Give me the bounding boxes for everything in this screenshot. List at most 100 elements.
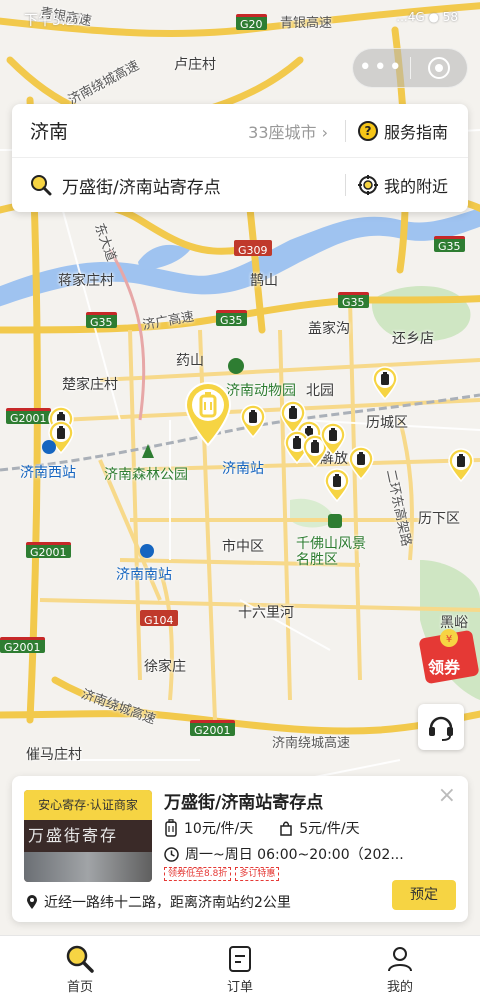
map-label-district: 历城区 xyxy=(366,415,408,431)
park-icon xyxy=(328,514,342,528)
map-label-station: 济南南站 xyxy=(116,567,172,583)
store-photo[interactable]: 安心寄存·认证商家 万盛街寄存 xyxy=(24,790,152,882)
road-shield-g2001: G2001 xyxy=(0,637,45,654)
storage-pin[interactable] xyxy=(348,446,374,481)
search-home-icon xyxy=(66,945,94,973)
nearby-label: 我的附近 xyxy=(384,177,449,196)
book-button[interactable]: 预定 xyxy=(392,880,456,910)
road-shield-g309: G309 xyxy=(234,240,272,257)
close-miniprogram-button[interactable] xyxy=(410,57,467,79)
locate-icon xyxy=(358,175,378,195)
map-label-place: 卢庄村 xyxy=(174,57,216,73)
question-icon: ? xyxy=(358,120,378,141)
storage-pin[interactable] xyxy=(240,404,266,439)
price-row: 10元/件/天 5元/件/天 xyxy=(164,818,360,838)
storage-pin[interactable] xyxy=(320,422,346,457)
map-label-station: 济南西站 xyxy=(20,465,76,481)
zoo-icon xyxy=(228,358,244,374)
tab-profile[interactable]: 我的 xyxy=(320,936,480,999)
service-guide-label: 服务指南 xyxy=(384,122,449,142)
divider xyxy=(345,119,346,142)
nearby-button[interactable]: 我的附近 xyxy=(358,173,448,197)
storage-pin[interactable] xyxy=(448,448,474,483)
tab-profile-label: 我的 xyxy=(386,980,413,995)
storage-pin[interactable] xyxy=(324,468,350,503)
city-count-link[interactable]: 33座城市 › xyxy=(248,119,328,143)
order-list-icon xyxy=(229,946,251,972)
promo-tag: 领券低至8.8折 xyxy=(164,867,232,881)
road-shield-g35: G35 xyxy=(338,292,369,309)
more-icon[interactable]: ••• xyxy=(353,48,410,88)
map-label-poi: 济南动物园 xyxy=(226,383,296,399)
road-shield-g35: G35 xyxy=(216,310,247,327)
service-guide-button[interactable]: ? 服务指南 xyxy=(358,119,448,143)
map-label-district: 市中区 xyxy=(222,539,264,555)
map-label-poi: 千佛山风景名胜区 xyxy=(296,536,366,568)
bag-icon xyxy=(280,821,292,836)
opening-hours: 周一~周日 06:00~20:00（202... xyxy=(164,844,404,864)
bottom-tab-bar: 首页 订单 我的 xyxy=(0,935,480,999)
storage-pin[interactable] xyxy=(372,366,398,401)
road-shield-g2001: G2001 xyxy=(6,408,51,425)
road-shield-g35: G35 xyxy=(86,312,117,329)
location-pin-icon xyxy=(27,895,37,909)
store-card[interactable]: 安心寄存·认证商家 万盛街寄存 万盛街/济南站寄存点 × 10元/件/天 5元/… xyxy=(12,776,468,922)
store-name: 万盛街/济南站寄存点 xyxy=(164,793,324,813)
map-label-station: 济南站 xyxy=(222,461,264,477)
customer-service-button[interactable] xyxy=(418,704,464,750)
station-icon xyxy=(140,544,154,558)
tab-orders-label: 订单 xyxy=(226,980,253,995)
hours-text: 周一~周日 06:00~20:00（202... xyxy=(185,847,404,863)
headset-icon xyxy=(429,716,453,741)
map-label-place: 十六里河 xyxy=(238,605,294,621)
clock-icon xyxy=(164,846,179,862)
suitcase-icon xyxy=(165,819,177,837)
promo-tag: 多订特惠 xyxy=(235,867,280,881)
map-label-place: 鹊山 xyxy=(250,273,278,289)
map-label-place: 蒋家庄村 xyxy=(58,273,114,289)
map-label-place: 催马庄村 xyxy=(26,747,82,763)
status-time: 下午5:27 xyxy=(24,13,84,29)
map-label-place: 楚家庄村 xyxy=(62,377,118,393)
map-label-place: 徐家庄 xyxy=(144,659,186,675)
road-shield-g104: G104 xyxy=(140,610,178,627)
search-card: 济南 33座城市 › ? 服务指南 万盛街/济南站寄存点 我的附近 xyxy=(12,104,468,212)
selected-storage-pin[interactable] xyxy=(184,382,232,447)
store-address: 近经一路纬十二路，距离济南站约2公里 xyxy=(26,892,291,912)
map-label-road: 济南绕城高速 xyxy=(272,736,351,751)
map-label-district: 历下区 xyxy=(418,511,460,527)
coupon-button[interactable]: ¥ 领券 xyxy=(418,624,480,686)
user-icon xyxy=(388,947,412,972)
address-text: 近经一路纬十二路，距离济南站约2公里 xyxy=(44,895,291,911)
map-label-place: 北园 xyxy=(306,383,334,399)
search-input[interactable]: 万盛街/济南站寄存点 xyxy=(62,173,221,198)
map-label-place: 药山 xyxy=(176,353,204,369)
search-icon xyxy=(31,175,52,196)
miniprogram-capsule: ••• xyxy=(352,48,468,88)
status-indicators: ...4G ● 58 xyxy=(396,10,458,24)
tab-home[interactable]: 首页 xyxy=(0,936,160,999)
promo-tags: 领券低至8.8折 多订特惠 xyxy=(164,867,283,881)
svg-text:¥: ¥ xyxy=(446,634,452,645)
divider xyxy=(345,174,346,196)
target-close-icon xyxy=(427,57,450,79)
road-shield-g35: G35 xyxy=(434,236,465,253)
station-icon xyxy=(42,440,56,454)
tab-orders[interactable]: 订单 xyxy=(160,936,320,999)
price-small-luggage: 5元/件/天 xyxy=(299,821,360,837)
city-row: 济南 33座城市 › ? 服务指南 xyxy=(12,104,468,158)
map-label-poi: 济南森林公园 xyxy=(104,467,188,483)
certified-badge: 安心寄存·认证商家 xyxy=(24,790,152,820)
price-large-luggage: 10元/件/天 xyxy=(184,821,254,837)
city-name[interactable]: 济南 xyxy=(30,117,68,144)
store-sign: 万盛街寄存 xyxy=(24,820,152,852)
tab-home-label: 首页 xyxy=(66,980,93,995)
close-card-button[interactable]: × xyxy=(438,785,456,807)
coupon-label: 领券 xyxy=(428,658,461,677)
road-shield-g2001: G2001 xyxy=(26,542,71,559)
search-row: 万盛街/济南站寄存点 我的附近 xyxy=(12,158,468,212)
status-bar: 下午5:27 ...4G ● 58 xyxy=(0,0,480,36)
road-shield-g2001: G2001 xyxy=(190,720,235,737)
map-label-place: 还乡店 xyxy=(392,331,434,347)
storefront-image xyxy=(24,852,152,882)
